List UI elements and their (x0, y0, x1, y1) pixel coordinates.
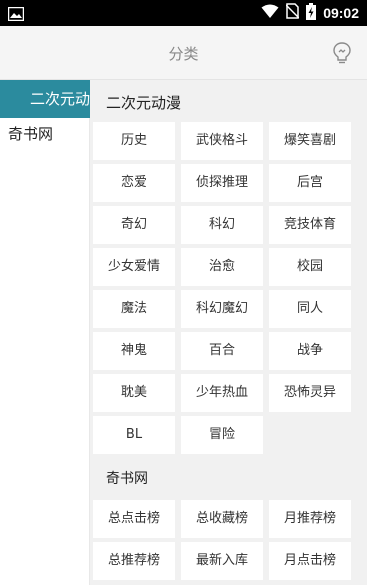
category-tag[interactable]: 战争 (269, 332, 351, 370)
category-tag[interactable]: 冒险 (181, 416, 263, 454)
category-tag[interactable]: 月点击榜 (269, 542, 351, 580)
category-tag[interactable]: 总点击榜 (93, 500, 175, 538)
no-sim-icon (285, 3, 300, 23)
category-tag[interactable]: 科幻 (181, 206, 263, 244)
wifi-icon (261, 4, 279, 23)
category-tag[interactable]: 百合 (181, 332, 263, 370)
page-title: 分类 (168, 45, 199, 63)
category-tag[interactable]: 奇幻 (93, 206, 175, 244)
category-tag[interactable]: 侦探推理 (181, 164, 263, 202)
status-bar: 09:02 (0, 0, 367, 26)
category-tag[interactable]: 竞技体育 (269, 206, 351, 244)
category-tag[interactable]: 魔法 (93, 290, 175, 328)
category-tag[interactable]: 少女爱情 (93, 248, 175, 286)
category-tag[interactable]: 恐怖灵异 (269, 374, 351, 412)
category-tag[interactable]: 历史 (93, 122, 175, 160)
category-tag[interactable]: 武侠格斗 (181, 122, 263, 160)
category-tag[interactable]: 最新入库 (181, 542, 263, 580)
battery-icon (306, 2, 317, 24)
status-icons: 09:02 (261, 2, 359, 24)
category-tag[interactable]: 后宫 (269, 164, 351, 202)
app-header: 分类 (0, 26, 367, 80)
lightbulb-icon[interactable] (331, 41, 353, 65)
category-tag[interactable]: 少年热血 (181, 374, 263, 412)
section-title-qishuwang: 奇书网 (106, 471, 148, 487)
status-time: 09:02 (323, 5, 359, 21)
category-tag[interactable]: 爆笑喜剧 (269, 122, 351, 160)
category-tag[interactable]: 总收藏榜 (181, 500, 263, 538)
section-title-anime: 二次元动漫 (106, 94, 182, 112)
category-tag[interactable]: 治愈 (181, 248, 263, 286)
category-tag[interactable]: 恋爱 (93, 164, 175, 202)
sidebar-item-anime[interactable]: 二次元动漫 (0, 80, 90, 118)
category-content: 二次元动漫 历史 武侠格斗 爆笑喜剧恋爱 侦探推理 后宫奇幻 科幻 竞技体育少女爱情 治愈 校园… (90, 80, 367, 585)
category-tag[interactable]: BL (93, 416, 175, 454)
category-tag[interactable]: 校园 (269, 248, 351, 286)
category-tag[interactable]: 神鬼 (93, 332, 175, 370)
image-icon (7, 6, 25, 25)
category-tag[interactable]: 耽美 (93, 374, 175, 412)
category-tag[interactable]: 月推荐榜 (269, 500, 351, 538)
category-tag[interactable]: 科幻魔幻 (181, 290, 263, 328)
sidebar-item-qishuwang[interactable]: 奇书网 (0, 115, 90, 153)
category-sidebar: 二次元动漫 奇书网 (0, 80, 90, 585)
category-tag[interactable]: 总推荐榜 (93, 542, 175, 580)
category-tag[interactable]: 同人 (269, 290, 351, 328)
